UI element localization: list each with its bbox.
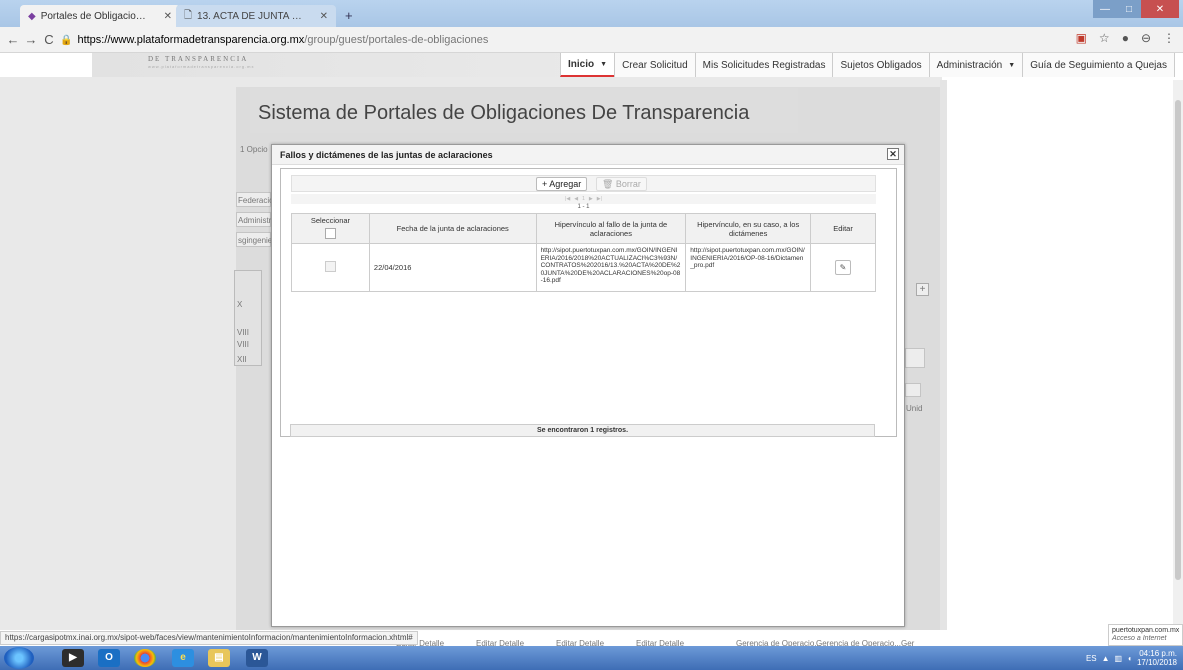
close-dialog-icon[interactable]: ✕ [887, 148, 899, 160]
tab-title: Portales de Obligaciones de Tran [40, 10, 151, 22]
fallos-dialog: Fallos y dictámenes de las juntas de acl… [271, 144, 905, 627]
first-page-icon[interactable]: |◀ [565, 196, 570, 202]
site-logo[interactable]: DE TRANSPARENCIA [148, 55, 248, 63]
maximize-icon[interactable]: □ [1117, 0, 1141, 18]
clock[interactable]: 04:16 p.m. 17/10/2018 [1137, 649, 1177, 667]
record-range: 1 - 1 [577, 204, 590, 210]
window-controls: — □ ✕ [1093, 0, 1179, 18]
menu-item-inicio[interactable]: Inicio ▼ [560, 53, 615, 77]
system-tray: ES ▲ ▥ ◖ 04:16 p.m. 17/10/2018 [1086, 649, 1177, 667]
delete-button[interactable]: 🗑 Borrar [596, 177, 647, 191]
add-button[interactable]: + Agregar [536, 177, 588, 191]
dictamen-link-cell: http://sipot.puertotuxpan.com.mx/GOIN/IN… [685, 243, 812, 292]
menu-item-guia-quejas[interactable]: Guía de Seguimiento a Quejas [1022, 53, 1175, 77]
table-row: 22/04/2016 http://sipot.puertotuxpan.com… [291, 243, 876, 292]
column-header: Fecha de la junta de aclaraciones [368, 213, 537, 244]
outlook-icon[interactable]: O [98, 649, 120, 667]
address-bar: ← → C 🔒 https://www.plataformadetranspar… [0, 27, 1183, 53]
site-logo-sub: www.plataformadetransparencia.org.mx [148, 64, 255, 69]
windows-taskbar: ▶ O e ▤ W ES ▲ ▥ ◖ 04:16 p.m. 17/10/2018 [0, 646, 1183, 670]
fallo-link-cell: http://sipot.puertotuxpan.com.mx/GOIN/IN… [535, 243, 687, 292]
close-tab-icon[interactable]: ✕ [164, 11, 172, 22]
reload-icon[interactable]: C [40, 32, 58, 47]
grid-pager: |◀ ◀ 1 ▶ ▶| [291, 194, 876, 204]
back-icon[interactable]: ← [4, 32, 22, 47]
network-icon[interactable]: ▥ [1115, 654, 1123, 663]
url-host: https://www.plataformadetransparencia.or… [77, 34, 305, 46]
menu-item-mis-solicitudes[interactable]: Mis Solicitudes Registradas [694, 53, 833, 77]
internet-explorer-icon[interactable]: e [172, 649, 194, 667]
media-player-icon[interactable]: ▶ [62, 649, 84, 667]
status-url: https://cargasipotmx.inai.org.mx/sipot-w… [0, 631, 418, 645]
tray-arrow-icon[interactable]: ▲ [1102, 654, 1110, 663]
select-all-checkbox[interactable] [324, 228, 336, 239]
profile-icon[interactable]: ⊖ [1141, 31, 1151, 45]
main-menu: Inicio ▼ Crear Solicitud Mis Solicitudes … [560, 53, 1175, 77]
table-header-row: Seleccionar Fecha de la junta de aclarac… [291, 213, 876, 244]
chrome-icon[interactable] [134, 649, 156, 667]
column-header: Editar [810, 213, 876, 244]
next-page-icon[interactable]: ▶ [589, 196, 593, 202]
start-button[interactable] [4, 647, 34, 669]
browser-tab[interactable]: 🗋 13. ACTA DE JUNTA DE ACLARAC ✕ [176, 5, 336, 27]
bg-label: sgingenier [238, 236, 275, 245]
language-indicator[interactable]: ES [1086, 654, 1097, 663]
dialog-header: Fallos y dictámenes de las juntas de acl… [272, 145, 904, 165]
chrome-menu-icon[interactable]: ⋮ [1163, 31, 1175, 45]
url-input[interactable]: 🔒 https://www.plataformadetransparencia.… [60, 30, 1060, 50]
minimize-icon[interactable]: — [1093, 0, 1117, 18]
last-page-icon[interactable]: ▶| [597, 196, 602, 202]
file-explorer-icon[interactable]: ▤ [208, 649, 230, 667]
close-window-icon[interactable]: ✕ [1141, 0, 1179, 18]
edit-pencil-icon[interactable]: ✎ [835, 260, 852, 275]
word-icon[interactable]: W [246, 649, 268, 667]
network-toast: puertotuxpan.com.mx Acceso a Internet [1108, 624, 1183, 646]
url-path: /group/guest/portales-de-obligaciones [304, 34, 489, 46]
bg-label: Federació [238, 196, 274, 205]
volume-icon[interactable]: ◖ [1127, 654, 1132, 663]
lock-icon: 🔒 [60, 34, 73, 46]
fecha-cell: 22/04/2016 [368, 243, 537, 292]
row-select-checkbox[interactable] [324, 261, 336, 272]
records-panel: + Agregar 🗑 Borrar |◀ ◀ 1 ▶ ▶| 1 - 1 Sel… [280, 168, 897, 437]
new-tab-button[interactable]: + [345, 8, 353, 23]
bg-option-label: 1 Opcio [240, 145, 268, 154]
caret-down-icon: ▼ [600, 60, 608, 68]
column-header: Hipervínculo al fallo de la junta de acl… [535, 213, 687, 244]
menu-item-crear-solicitud[interactable]: Crear Solicitud [614, 53, 695, 77]
records-table: Seleccionar Fecha de la junta de aclarac… [291, 213, 876, 292]
column-header: Seleccionar [291, 213, 370, 244]
translate-icon[interactable]: ▣ [1076, 31, 1087, 45]
menu-item-administracion[interactable]: Administración ▼ [928, 53, 1023, 77]
caret-down-icon: ▼ [1008, 61, 1016, 69]
extension-icon[interactable]: ● [1122, 31, 1129, 45]
browser-tabstrip: ◆ Portales de Obligaciones de Tran ✕ 🗋 1… [0, 0, 1183, 27]
column-header: Hipervínculo, en su caso, a los dictámen… [685, 213, 812, 244]
grid-toolbar: + Agregar 🗑 Borrar [291, 175, 876, 192]
forward-icon[interactable]: → [22, 32, 40, 47]
site-favicon-icon: ◆ [28, 10, 36, 22]
page-number[interactable]: 1 [582, 196, 585, 202]
document-icon: 🗋 [184, 9, 193, 21]
menu-item-sujetos-obligados[interactable]: Sujetos Obligados [832, 53, 929, 77]
panel-scrollbar[interactable] [940, 80, 947, 630]
tab-title: 13. ACTA DE JUNTA DE ACLARAC [197, 10, 307, 22]
close-tab-icon[interactable]: ✕ [320, 11, 328, 22]
bg-add-icon[interactable]: + [916, 283, 929, 296]
dialog-title: Fallos y dictámenes de las juntas de acl… [280, 150, 493, 160]
bookmark-star-icon[interactable]: ☆ [1099, 31, 1110, 45]
page-scrollbar[interactable] [1173, 80, 1183, 630]
prev-page-icon[interactable]: ◀ [574, 196, 578, 202]
browser-tab-active[interactable]: ◆ Portales de Obligaciones de Tran ✕ [20, 5, 180, 27]
page-title: Sistema de Portales de Obligaciones De T… [258, 102, 750, 124]
records-footer: Se encontraron 1 registros. [290, 424, 875, 437]
